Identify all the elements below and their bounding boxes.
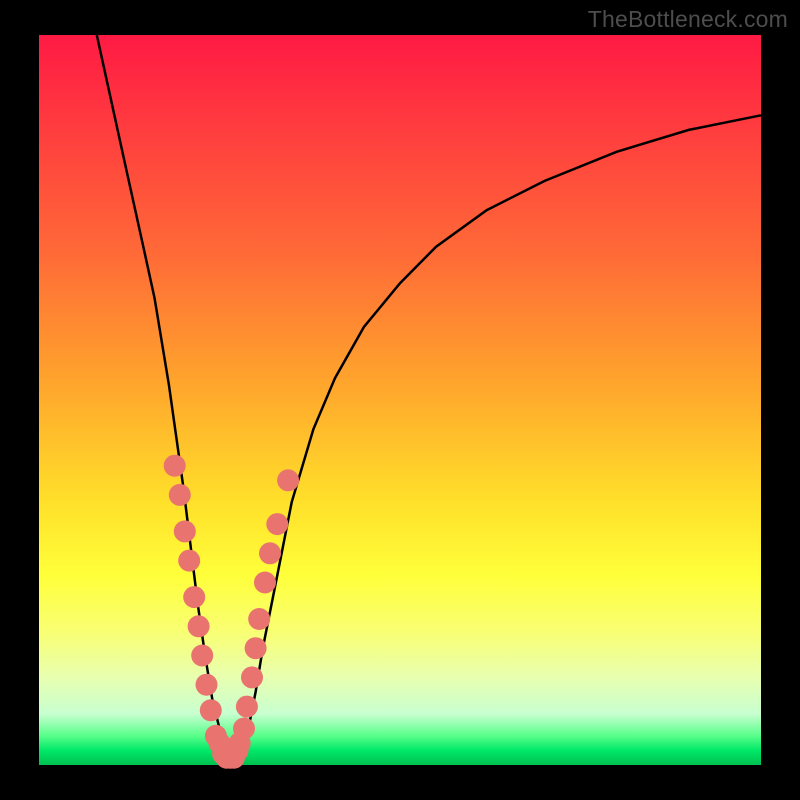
chart-frame: TheBottleneck.com bbox=[0, 0, 800, 800]
marker-dot bbox=[188, 615, 210, 637]
marker-dot bbox=[241, 666, 263, 688]
marker-dot bbox=[174, 520, 196, 542]
marker-dot bbox=[164, 455, 186, 477]
series-left-branch bbox=[97, 35, 234, 765]
marker-dot bbox=[196, 674, 218, 696]
marker-dot bbox=[248, 608, 270, 630]
marker-dot bbox=[178, 550, 200, 572]
series-right-branch bbox=[234, 115, 761, 765]
marker-dot bbox=[183, 586, 205, 608]
marker-dot bbox=[245, 637, 267, 659]
marker-dot bbox=[266, 513, 288, 535]
marker-dot bbox=[200, 699, 222, 721]
marker-dot bbox=[254, 572, 276, 594]
marker-dots bbox=[164, 455, 299, 769]
watermark-text: TheBottleneck.com bbox=[588, 6, 788, 33]
marker-dot bbox=[233, 718, 255, 740]
marker-dot bbox=[277, 469, 299, 491]
marker-dot bbox=[191, 645, 213, 667]
marker-dot bbox=[236, 696, 258, 718]
marker-dot bbox=[169, 484, 191, 506]
curve-layer bbox=[39, 35, 761, 765]
plot-area bbox=[39, 35, 761, 765]
marker-dot bbox=[259, 542, 281, 564]
marker-dot bbox=[227, 739, 249, 761]
